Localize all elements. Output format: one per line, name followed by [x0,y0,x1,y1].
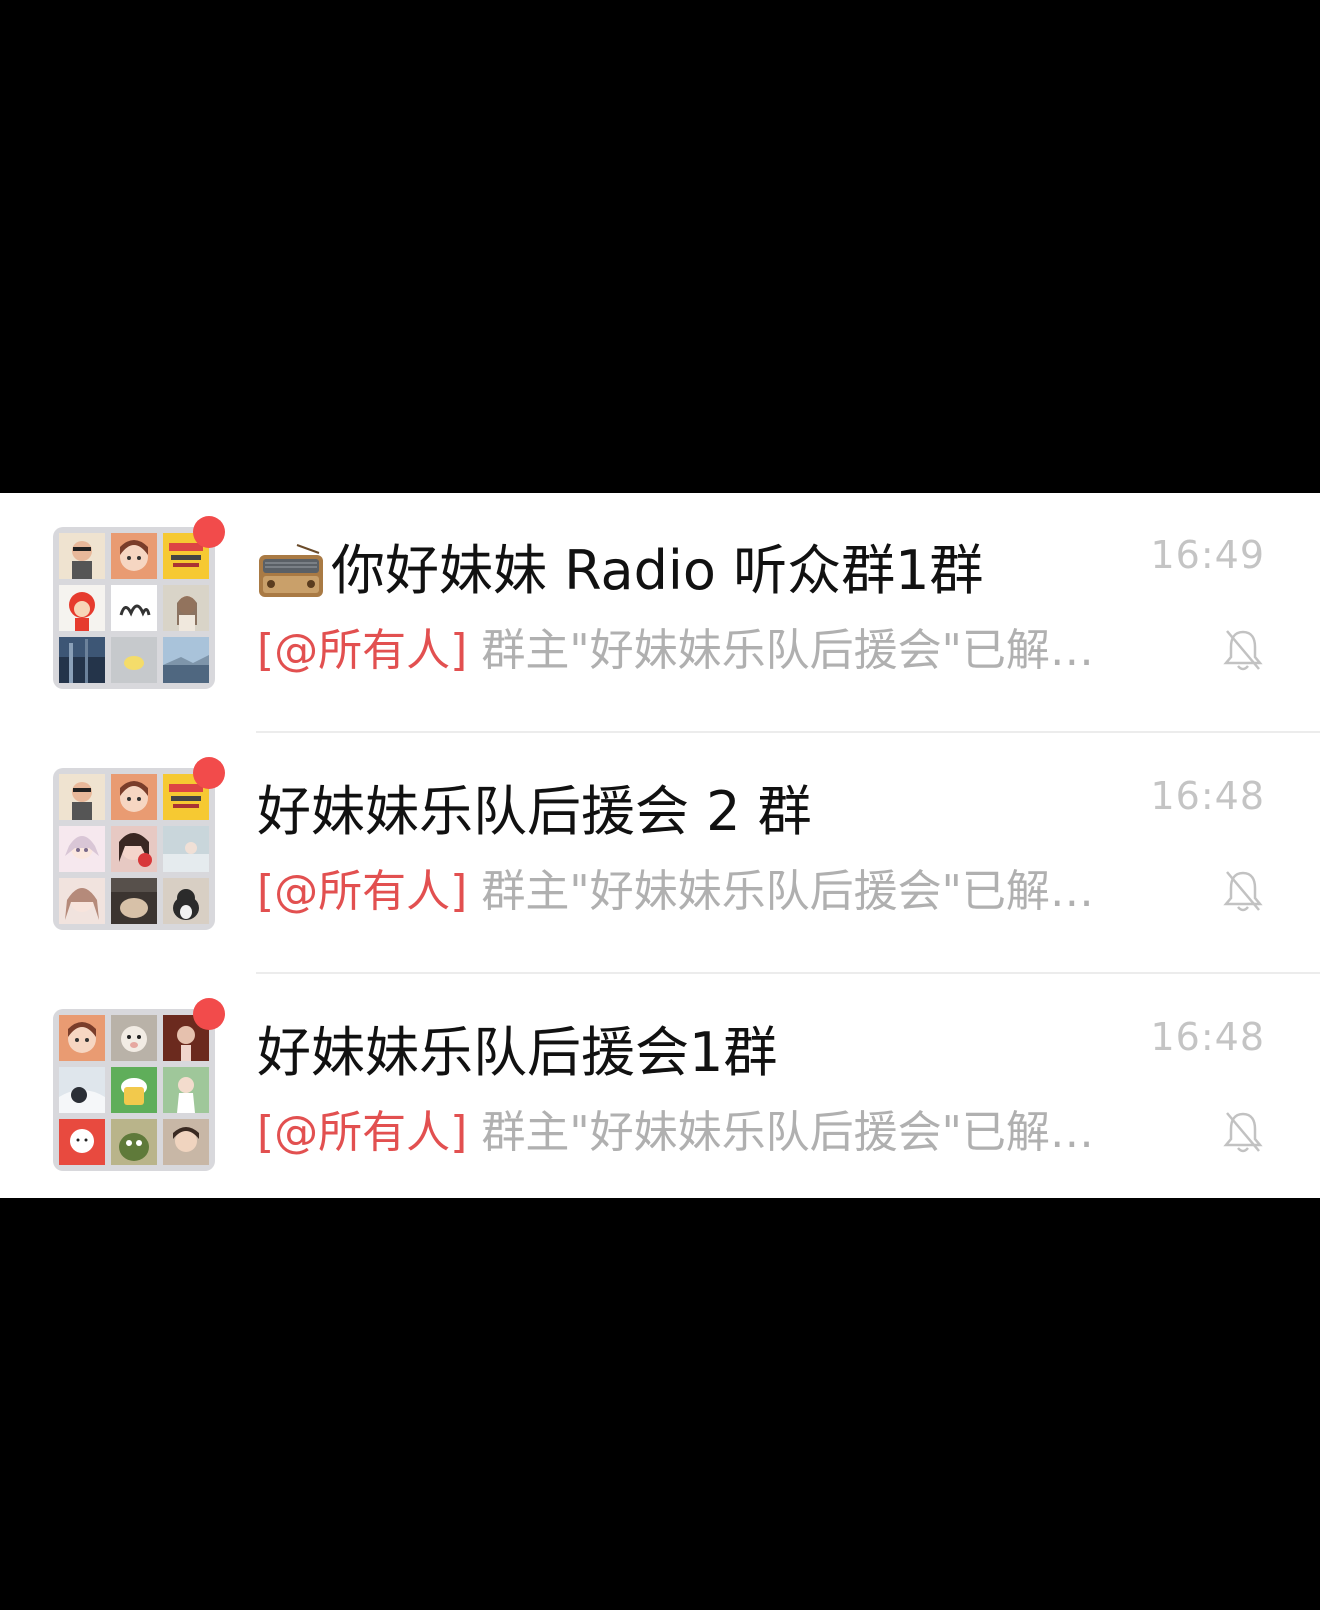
member-avatar [163,585,209,631]
member-avatar [163,1067,209,1113]
chat-preview: [@所有人] 群主"好妹妹乐队后援会"已解… [257,862,1137,922]
chat-row-fan-group-2[interactable]: 好妹妹乐队后援会 2 群 16:48 [@所有人] 群主"好妹妹乐队后援会"已解… [0,734,1320,974]
member-avatar [111,1015,157,1061]
member-avatar [59,533,105,579]
member-avatar [59,1119,105,1165]
group-avatar [53,527,215,689]
member-avatar [59,826,105,872]
preview-text: 群主"好妹妹乐队后援会"已解… [481,866,1094,917]
mention-tag: [@所有人] [257,866,468,917]
unread-dot [193,516,225,548]
mention-tag: [@所有人] [257,625,468,676]
chat-title-text: 你好妹妹 Radio 听众群1群 [331,539,984,602]
mute-bell-icon [1223,630,1263,671]
mute-bell-icon [1223,1112,1263,1153]
member-avatar [163,1119,209,1165]
chat-time: 16:49 [1150,533,1265,577]
member-avatar [111,1119,157,1165]
member-avatar [163,637,209,683]
preview-text: 群主"好妹妹乐队后援会"已解… [481,625,1094,676]
row-divider [256,731,1320,733]
chat-row-fan-group-1[interactable]: 好妹妹乐队后援会1群 16:48 [@所有人] 群主"好妹妹乐队后援会"已解… [0,975,1320,1215]
member-avatar [111,774,157,820]
member-avatar [59,774,105,820]
member-avatar [111,1067,157,1113]
chat-title: 好妹妹乐队后援会1群 [257,1017,777,1089]
member-avatar [111,637,157,683]
member-avatar [163,878,209,924]
chat-title: 你好妹妹 Radio 听众群1群 [257,535,983,607]
mention-tag: [@所有人] [257,1107,468,1158]
preview-text: 群主"好妹妹乐队后援会"已解… [481,1107,1094,1158]
unread-dot [193,757,225,789]
row-divider [256,972,1320,974]
chat-time: 16:48 [1150,774,1265,818]
member-avatar [111,878,157,924]
group-avatar [53,768,215,930]
member-avatar [59,1015,105,1061]
chat-list: 你好妹妹 Radio 听众群1群 16:49 [@所有人] 群主"好妹妹乐队后援会… [0,493,1320,1198]
member-avatar [111,826,157,872]
group-avatar [53,1009,215,1171]
unread-dot [193,998,225,1030]
chat-preview: [@所有人] 群主"好妹妹乐队后援会"已解… [257,621,1137,681]
chat-preview: [@所有人] 群主"好妹妹乐队后援会"已解… [257,1103,1137,1163]
mute-bell-icon [1223,871,1263,912]
chat-row-radio-group[interactable]: 你好妹妹 Radio 听众群1群 16:49 [@所有人] 群主"好妹妹乐队后援会… [0,493,1320,733]
chat-title: 好妹妹乐队后援会 2 群 [257,776,812,848]
member-avatar [59,878,105,924]
member-avatar [111,585,157,631]
member-avatar [163,826,209,872]
member-avatar [111,533,157,579]
chat-title-text: 好妹妹乐队后援会1群 [257,1021,778,1084]
member-avatar [59,585,105,631]
radio-icon [257,543,325,599]
member-avatar [59,1067,105,1113]
chat-time: 16:48 [1150,1015,1265,1059]
member-avatar [59,637,105,683]
chat-title-text: 好妹妹乐队后援会 2 群 [257,780,812,843]
